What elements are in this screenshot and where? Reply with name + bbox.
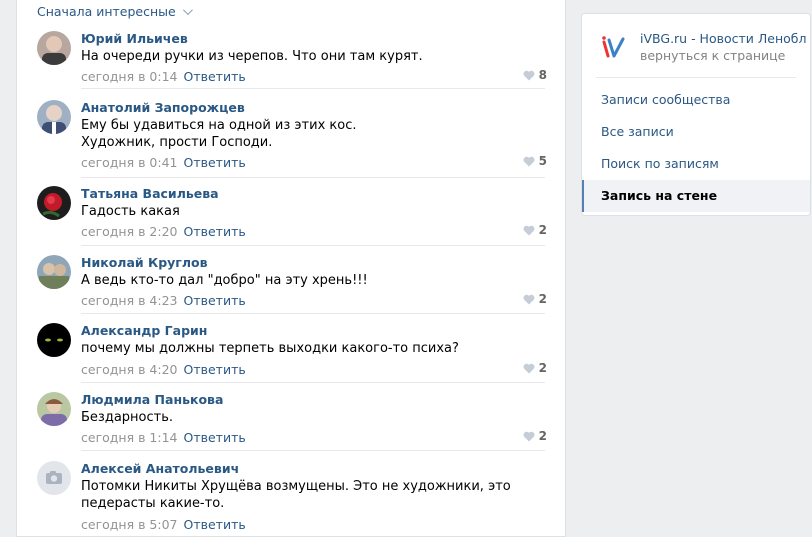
comment-time[interactable]: сегодня в 1:14: [81, 430, 178, 445]
chevron-down-icon: [182, 5, 193, 16]
sort-label: Сначала интересные: [37, 4, 176, 19]
comment-author[interactable]: Татьяна Васильева: [81, 186, 219, 201]
heart-icon: [523, 363, 535, 373]
comment-divider: [81, 88, 545, 89]
comment-divider: [81, 450, 545, 451]
sidebar-item-wall-post[interactable]: Запись на стене: [582, 180, 810, 212]
comment-text: А ведь кто-то дал "добро" на эту хрень!!…: [81, 273, 368, 288]
comment-author[interactable]: Николай Круглов: [81, 255, 208, 270]
comment-text: Потомки Никиты Хрущёва возмущены. Это не…: [81, 479, 511, 511]
avatar[interactable]: [37, 186, 71, 220]
comment-meta: сегодня в 0:41 Ответить: [81, 155, 246, 170]
comment-time[interactable]: сегодня в 5:07: [81, 517, 178, 532]
heart-icon: [523, 431, 535, 441]
group-logo-icon: [600, 34, 628, 62]
like-count: 5: [538, 154, 547, 168]
reply-link[interactable]: Ответить: [184, 293, 246, 308]
comment-meta: сегодня в 0:14 Ответить: [81, 69, 246, 84]
like-count: 2: [538, 223, 547, 237]
comment-meta: сегодня в 2:20 Ответить: [81, 224, 246, 239]
comment-text: Гадость какая: [81, 204, 180, 219]
comment-author[interactable]: Юрий Ильичев: [81, 31, 188, 46]
like-button[interactable]: 2: [523, 292, 547, 306]
sort-dropdown[interactable]: Сначала интересные: [37, 4, 193, 19]
heart-icon: [523, 156, 535, 166]
comment-time[interactable]: сегодня в 2:20: [81, 224, 178, 239]
like-count: 8: [538, 68, 547, 82]
comment-text: Бездарность.: [81, 410, 174, 425]
comment-divider: [81, 177, 545, 178]
like-count: 2: [538, 429, 547, 443]
sidebar-item-community-posts[interactable]: Записи сообщества: [582, 84, 810, 116]
comment-meta: сегодня в 1:14 Ответить: [81, 430, 246, 445]
like-button[interactable]: 2: [523, 361, 547, 375]
comment-divider: [81, 382, 545, 383]
heart-icon: [523, 294, 535, 304]
group-title[interactable]: iVBG.ru - Новости Ленобл: [640, 31, 812, 46]
comment-author[interactable]: Людмила Панькова: [81, 392, 223, 407]
comment-author[interactable]: Анатолий Запорожцев: [81, 100, 245, 115]
reply-link[interactable]: Ответить: [184, 362, 246, 377]
avatar[interactable]: [37, 461, 71, 495]
like-button[interactable]: 2: [523, 429, 547, 443]
comment-text: На очереди ручки из черепов. Что они там…: [81, 49, 423, 64]
reply-link[interactable]: Ответить: [184, 430, 246, 445]
back-to-page-link[interactable]: вернуться к странице: [640, 48, 785, 63]
like-count: 2: [538, 292, 547, 306]
comment-text: почему мы должны терпеть выходки какого-…: [81, 341, 459, 356]
avatar[interactable]: [37, 392, 71, 426]
comment-time[interactable]: сегодня в 0:14: [81, 69, 178, 84]
comment-time[interactable]: сегодня в 0:41: [81, 155, 178, 170]
comment-meta: сегодня в 4:20 Ответить: [81, 362, 246, 377]
like-button[interactable]: 8: [523, 68, 547, 82]
comment-time[interactable]: сегодня в 4:20: [81, 362, 178, 377]
comment-time[interactable]: сегодня в 4:23: [81, 293, 178, 308]
like-button[interactable]: 5: [523, 154, 547, 168]
sidebar-item-search-posts[interactable]: Поиск по записям: [582, 148, 810, 180]
group-link[interactable]: iVBG.ru - Новости Ленобл вернуться к стр…: [600, 30, 810, 70]
reply-link[interactable]: Ответить: [184, 69, 246, 84]
sidebar-divider: [596, 77, 796, 78]
sidebar-panel: iVBG.ru - Новости Ленобл вернуться к стр…: [581, 13, 811, 216]
avatar[interactable]: [37, 255, 71, 289]
avatar[interactable]: [37, 100, 71, 134]
heart-icon: [523, 70, 535, 80]
comment-divider: [81, 245, 545, 246]
like-count: 2: [538, 361, 547, 375]
comment-author[interactable]: Алексей Анатольевич: [81, 461, 239, 476]
avatar[interactable]: [37, 323, 71, 357]
comment-author[interactable]: Александр Гарин: [81, 323, 207, 338]
comment-text: Ему бы удавиться на одной из этих кос. Х…: [81, 118, 357, 150]
comment-meta: сегодня в 5:07 Ответить: [81, 517, 246, 532]
comment-divider: [81, 313, 545, 314]
sidebar-item-all-posts[interactable]: Все записи: [582, 116, 810, 148]
comments-panel: Сначала интересные Юрий Ильичев На очере…: [16, 0, 566, 537]
comment-meta: сегодня в 4:23 Ответить: [81, 293, 246, 308]
reply-link[interactable]: Ответить: [184, 155, 246, 170]
heart-icon: [523, 225, 535, 235]
avatar[interactable]: [37, 31, 71, 65]
reply-link[interactable]: Ответить: [184, 224, 246, 239]
reply-link[interactable]: Ответить: [184, 517, 246, 532]
like-button[interactable]: 2: [523, 223, 547, 237]
